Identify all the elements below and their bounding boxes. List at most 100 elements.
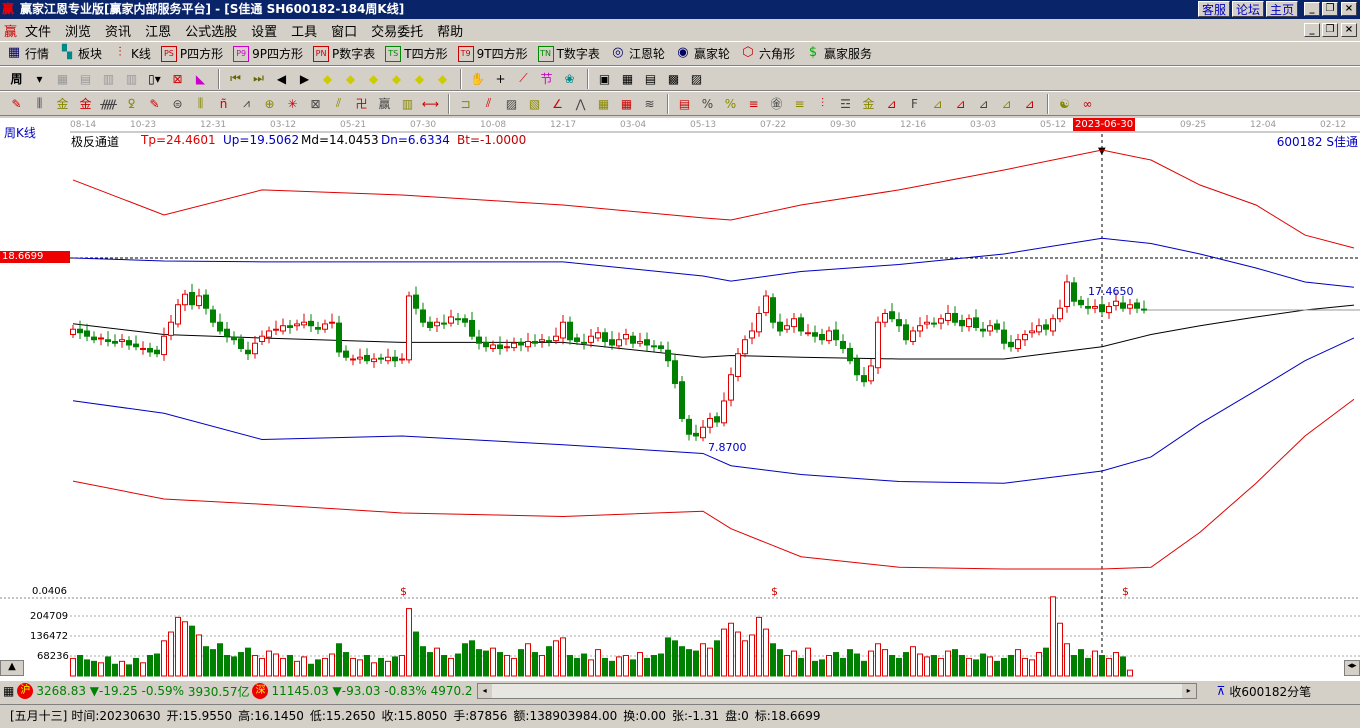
draw-tool-16-icon[interactable]: 赢 <box>374 94 395 114</box>
crosshair-icon[interactable]: + <box>490 69 511 89</box>
draw-tool-2-icon[interactable]: 金 <box>52 94 73 114</box>
menu-help[interactable]: 帮助 <box>437 21 463 40</box>
expand-icon[interactable]: ◆ <box>409 69 430 89</box>
notes-icon[interactable]: ▤ <box>640 69 661 89</box>
quote-table-icon[interactable]: ▦ <box>3 684 14 698</box>
move-right-icon[interactable]: ◆ <box>340 69 361 89</box>
close-button[interactable]: × <box>1341 2 1357 16</box>
draw-tool-45-icon[interactable]: ⊿ <box>1019 94 1040 114</box>
draw-tool-0-icon[interactable]: ✎ <box>6 94 27 114</box>
draw-tool-44-icon[interactable]: ⊿ <box>996 94 1017 114</box>
menu-browse[interactable]: 浏览 <box>65 21 91 40</box>
hand-icon[interactable]: ✋ <box>467 69 488 89</box>
draw-tool-17-icon[interactable]: ▥ <box>397 94 418 114</box>
save-icon[interactable]: ▩ <box>663 69 684 89</box>
draw-tool-33-icon[interactable]: ≡ <box>743 94 764 114</box>
left-arrow-icon[interactable]: ◀ <box>271 69 292 89</box>
draw-tool-47-icon[interactable]: ☯ <box>1054 94 1075 114</box>
toolbar-10-button[interactable]: ◉ 赢家轮 <box>675 45 730 62</box>
draw-tool-28-icon[interactable]: ≋ <box>639 94 660 114</box>
toolbar-4-button[interactable]: P9 9P四方形 <box>233 45 303 62</box>
draw-tool-5-icon[interactable]: ꝿ <box>121 94 142 114</box>
link-service[interactable]: 客服 <box>1197 1 1230 17</box>
draw-tool-34-icon[interactable]: ㊎ <box>766 94 787 114</box>
toolbar-3-button[interactable]: PS P四方形 <box>160 45 223 62</box>
toolbar-1-button[interactable]: ▚ 板块 <box>59 45 102 62</box>
last-icon[interactable]: ⏭ <box>248 69 269 89</box>
draw-tool-30-icon[interactable]: ▤ <box>674 94 695 114</box>
shrink-icon[interactable]: ◆ <box>432 69 453 89</box>
draw-tool-10-icon[interactable]: ⩘ <box>236 94 257 114</box>
toolbar-9-button[interactable]: ◎ 江恩轮 <box>610 45 665 62</box>
tick-detail-link[interactable]: 收600182分笔 <box>1229 683 1311 700</box>
doc-icon[interactable]: ▤ <box>75 69 96 89</box>
menu-formula[interactable]: 公式选股 <box>185 21 237 40</box>
candle-type-icon[interactable]: ▯▾ <box>144 69 165 89</box>
child-close-button[interactable]: × <box>1341 23 1357 37</box>
link-home[interactable]: 主页 <box>1265 1 1298 17</box>
draw-tool-35-icon[interactable]: ≡ <box>789 94 810 114</box>
draw-tool-7-icon[interactable]: ⊜ <box>167 94 188 114</box>
draw-tool-41-icon[interactable]: ⊿ <box>927 94 948 114</box>
pattern-icon[interactable]: ⊠ <box>167 69 188 89</box>
first-icon[interactable]: ⏮ <box>225 69 246 89</box>
restore-button[interactable]: ❐ <box>1322 2 1338 16</box>
toolbar-8-button[interactable]: TN T数字表 <box>537 45 600 62</box>
draw-tool-3-icon[interactable]: 金 <box>75 94 96 114</box>
draw-tool-39-icon[interactable]: ⊿ <box>881 94 902 114</box>
minimize-button[interactable]: _ <box>1304 2 1320 16</box>
horizontal-scrollbar[interactable]: ◂ ▸ <box>476 683 1197 699</box>
move-left-icon[interactable]: ◆ <box>317 69 338 89</box>
chart-icon[interactable]: ❀ <box>559 69 580 89</box>
draw-tool-4-icon[interactable]: ᚏ <box>98 94 119 114</box>
draw-tool-6-icon[interactable]: ✎ <box>144 94 165 114</box>
draw-tool-18-icon[interactable]: ⟷ <box>420 94 441 114</box>
toolbar-12-button[interactable]: $ 赢家服务 <box>805 45 872 62</box>
child-minimize-button[interactable]: _ <box>1304 23 1320 37</box>
draw-tool-9-icon[interactable]: ñ <box>213 94 234 114</box>
draw-tool-20-icon[interactable]: ⊐ <box>455 94 476 114</box>
network-icon[interactable]: ▨ <box>686 69 707 89</box>
line-icon[interactable]: ⟋ <box>513 69 534 89</box>
draw-tool-32-icon[interactable]: % <box>720 94 741 114</box>
toolbar-7-button[interactable]: T9 9T四方形 <box>457 45 528 62</box>
draw-tool-24-icon[interactable]: ∠ <box>547 94 568 114</box>
menu-file[interactable]: 文件 <box>25 21 51 40</box>
menu-tools[interactable]: 工具 <box>291 21 317 40</box>
menu-news[interactable]: 资讯 <box>105 21 131 40</box>
draw-tool-27-icon[interactable]: ▦ <box>616 94 637 114</box>
bars-icon[interactable]: ▥ <box>98 69 119 89</box>
calculator-icon[interactable]: ▦ <box>617 69 638 89</box>
draw-tool-14-icon[interactable]: ⫽ <box>328 94 349 114</box>
period-select[interactable]: 周 <box>6 69 27 89</box>
draw-tool-40-icon[interactable]: F <box>904 94 925 114</box>
right-arrow-icon[interactable]: ▶ <box>294 69 315 89</box>
draw-tool-15-icon[interactable]: 卍 <box>351 94 372 114</box>
menu-window[interactable]: 窗口 <box>331 21 357 40</box>
toolbar-5-button[interactable]: PN P数字表 <box>313 45 375 62</box>
draw-tool-12-icon[interactable]: ✳ <box>282 94 303 114</box>
draw-tool-1-icon[interactable]: ⫼ <box>29 94 50 114</box>
draw-tool-8-icon[interactable]: ⫼ <box>190 94 211 114</box>
zoom-out-icon[interactable]: ◆ <box>386 69 407 89</box>
child-restore-button[interactable]: ❐ <box>1322 23 1338 37</box>
toolbar-2-button[interactable]: ⫶ K线 <box>112 45 151 62</box>
draw-tool-26-icon[interactable]: ▦ <box>593 94 614 114</box>
calendar-icon[interactable]: ▣ <box>594 69 615 89</box>
draw-tool-37-icon[interactable]: ☲ <box>835 94 856 114</box>
text-icon[interactable]: 节 <box>536 69 557 89</box>
draw-tool-11-icon[interactable]: ⊕ <box>259 94 280 114</box>
draw-tool-21-icon[interactable]: ⫽ <box>478 94 499 114</box>
draw-tool-25-icon[interactable]: ⋀ <box>570 94 591 114</box>
draw-tool-38-icon[interactable]: 金 <box>858 94 879 114</box>
draw-tool-13-icon[interactable]: ⊠ <box>305 94 326 114</box>
draw-tool-42-icon[interactable]: ⊿ <box>950 94 971 114</box>
menu-trade[interactable]: 交易委托 <box>371 21 423 40</box>
toolbar-11-button[interactable]: ⬡ 六角形 <box>740 45 795 62</box>
toolbar-6-button[interactable]: TS T四方形 <box>385 45 448 62</box>
kline-chart[interactable]: ▼ 周K线 极反通道 Tp=24.4601 Up=19.5062 Md=14.0… <box>0 118 1360 680</box>
link-forum[interactable]: 论坛 <box>1231 1 1264 17</box>
chevron-down-icon[interactable]: ▾ <box>29 69 50 89</box>
scroll-up-button[interactable]: ▲ <box>0 660 24 676</box>
draw-tool-23-icon[interactable]: ▧ <box>524 94 545 114</box>
